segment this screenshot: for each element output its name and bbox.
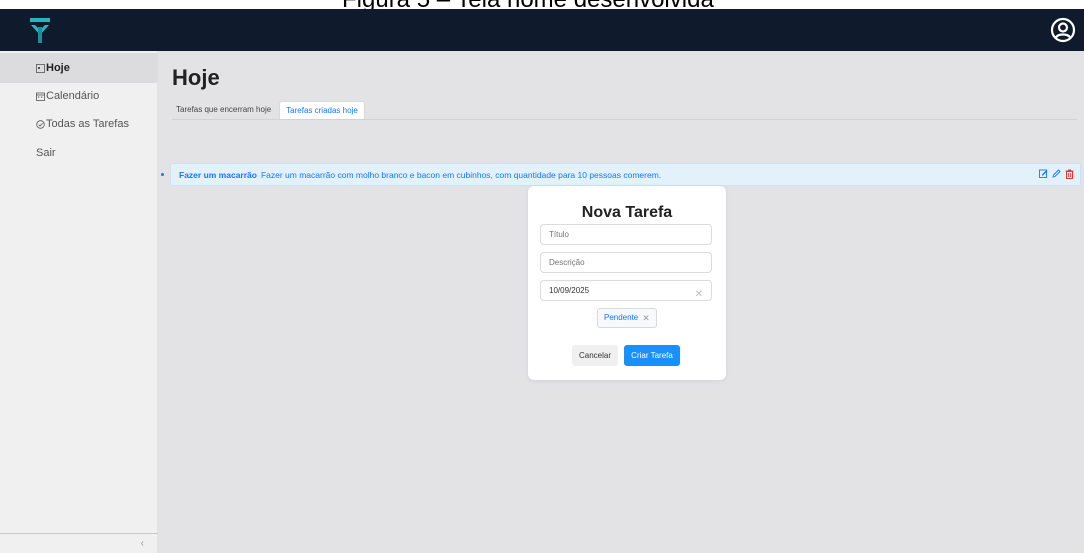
top-bar [0, 9, 1084, 51]
tab-divider [172, 119, 1077, 120]
modal-title: Nova Tarefa [581, 204, 673, 221]
clear-date-icon[interactable]: ✕ [695, 285, 703, 304]
edit-note-icon[interactable] [1039, 169, 1048, 180]
today-icon [36, 63, 45, 73]
date-value: 10/09/2025 [549, 286, 590, 295]
pencil-icon[interactable] [1052, 169, 1061, 180]
page-title: Hoje [172, 65, 220, 90]
caption-text: Figura 5 – Tela home desenvolvida [342, 0, 714, 9]
cancel-button[interactable]: Cancelar [572, 345, 618, 366]
sidebar-collapse-button[interactable]: ‹ [0, 533, 158, 553]
chevron-left-icon: ‹ [140, 538, 144, 549]
task-title: Fazer um macarrão [179, 169, 257, 180]
sidebar-item-calendario[interactable]: Calendário [0, 81, 158, 111]
sidebar: Hoje Calendário Todas as Tarefas Sair ‹ [0, 51, 158, 553]
task-description: Fazer um macarrão com molho branco e bac… [260, 169, 662, 180]
check-circle-icon [36, 119, 45, 129]
task-row[interactable]: Fazer um macarrão Fazer um macarrão com … [170, 163, 1081, 186]
sidebar-item-label: Todas as Tarefas [46, 118, 129, 130]
new-task-modal: Nova Tarefa 10/09/2025 ✕ Pendente ✕ Canc… [528, 186, 726, 380]
close-icon[interactable]: ✕ [642, 309, 650, 327]
create-task-button[interactable]: Criar Tarefa [624, 345, 680, 366]
sidebar-item-sair[interactable]: Sair [0, 138, 158, 168]
main-content: Hoje Tarefas que encerram hoje Tarefas c… [158, 51, 1084, 553]
trash-icon[interactable] [1065, 169, 1074, 180]
task-actions [1039, 169, 1074, 180]
date-field[interactable]: 10/09/2025 ✕ [540, 280, 712, 301]
tab-tarefas-criadas-hoje[interactable]: Tarefas criadas hoje [279, 101, 365, 119]
calendar-icon [36, 92, 45, 101]
sidebar-item-label: Calendário [46, 90, 100, 102]
user-profile-icon[interactable] [1050, 17, 1076, 43]
tab-tarefas-que-encerram-hoje[interactable]: Tarefas que encerram hoje [172, 101, 275, 119]
sidebar-item-hoje[interactable]: Hoje [0, 53, 158, 83]
figure-caption: Figura 5 – Tela home desenvolvida [0, 0, 1084, 9]
tab-bar: Tarefas que encerram hoje Tarefas criada… [172, 101, 365, 119]
status-tag-label: Pendente [604, 313, 639, 322]
sidebar-item-label: Sair [36, 147, 56, 159]
task-bullet-icon [161, 173, 164, 176]
title-input[interactable] [540, 224, 712, 245]
sidebar-item-label: Hoje [46, 62, 70, 74]
sidebar-item-todas-as-tarefas[interactable]: Todas as Tarefas [0, 109, 158, 139]
status-tag[interactable]: Pendente ✕ [597, 308, 657, 328]
app-logo-icon[interactable] [28, 15, 52, 45]
description-input[interactable] [540, 252, 712, 273]
